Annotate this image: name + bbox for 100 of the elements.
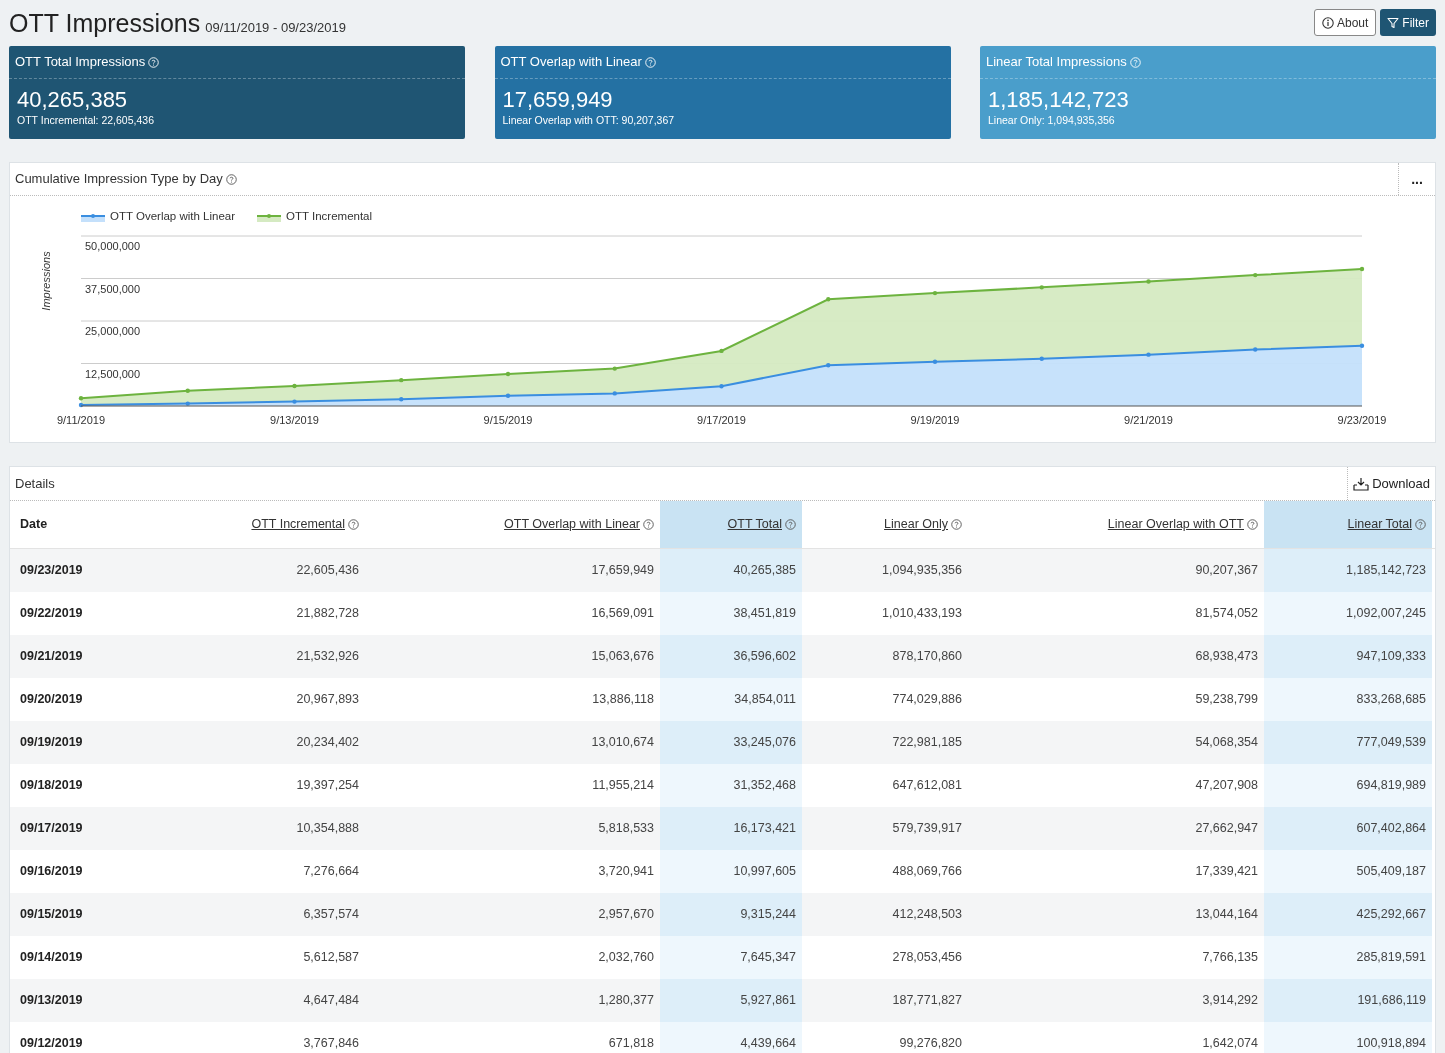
date-cell-text: 09/14/2019 <box>20 949 83 967</box>
table-cell-text: 5,612,587 <box>303 949 359 967</box>
table-cell-text: 2,032,760 <box>598 949 654 967</box>
x-tick-label: 9/13/2019 <box>270 414 319 426</box>
legend-item[interactable]: OTT Incremental <box>256 210 373 222</box>
download-icon <box>1353 476 1370 491</box>
table-cell-text: 68,938,473 <box>1195 648 1258 666</box>
table-cell-text: 38,451,819 <box>733 605 796 623</box>
table-cell-text: 722,981,185 <box>892 734 962 752</box>
more-button[interactable]: ... <box>1398 163 1435 195</box>
help-icon[interactable] <box>951 519 962 530</box>
card-value: 17,659,949 <box>501 86 614 113</box>
filter-button[interactable]: Filter <box>1380 9 1436 36</box>
table-cell-text: 878,170,860 <box>892 648 962 666</box>
table-cell-text: 10,997,605 <box>733 863 796 881</box>
table-cell-text: 3,914,292 <box>1202 992 1258 1010</box>
card-value: 40,265,385 <box>16 86 129 113</box>
date-cell-text: 09/12/2019 <box>20 1035 83 1053</box>
table-cell-text: 3,720,941 <box>598 863 654 881</box>
y-tick-label: 25,000,000 <box>85 325 141 337</box>
table-cell-text: 191,686,119 <box>1357 992 1426 1010</box>
card-title: OTT Total Impressions <box>15 53 146 72</box>
column-label[interactable]: OTT Total <box>727 515 782 534</box>
table-cell-text: 10,354,888 <box>296 820 359 838</box>
table-cell-text: 7,766,135 <box>1202 949 1258 967</box>
table-cell-text: 13,886,118 <box>592 691 654 709</box>
column-header[interactable]: Date <box>10 501 215 548</box>
date-cell-text: 09/21/2019 <box>20 648 83 666</box>
table-cell-text: 7,276,664 <box>303 863 359 881</box>
table-cell-text: 285,819,591 <box>1356 949 1426 967</box>
table-cell-text: 2,957,670 <box>598 906 654 924</box>
table-cell-text: 488,069,766 <box>892 863 962 881</box>
table-cell-text: 100,918,894 <box>1356 1035 1426 1053</box>
help-icon[interactable] <box>348 519 359 530</box>
date-cell-text: 09/18/2019 <box>20 777 83 795</box>
column-label[interactable]: Linear Overlap with OTT <box>1107 515 1244 534</box>
x-tick-label: 9/15/2019 <box>483 414 533 426</box>
help-icon[interactable] <box>785 519 796 530</box>
help-icon[interactable] <box>1247 519 1258 530</box>
legend-label: OTT Incremental <box>286 210 373 222</box>
table-cell-text: 579,739,917 <box>892 820 962 838</box>
x-tick-label: 9/11/2019 <box>56 414 106 426</box>
column-label[interactable]: Linear Total <box>1347 515 1412 534</box>
column-label[interactable]: Linear Only <box>884 515 948 534</box>
table-cell-text: 1,010,433,193 <box>882 605 962 623</box>
table-cell-text: 16,173,421 <box>733 820 796 838</box>
table-cell-text: 278,053,456 <box>892 949 962 967</box>
table-cell-text: 777,049,539 <box>1356 734 1426 752</box>
legend-label: OTT Overlap with Linear <box>110 210 236 222</box>
help-icon[interactable] <box>1415 519 1426 530</box>
table-cell-text: 15,063,676 <box>591 648 654 666</box>
table-cell-text: 34,854,011 <box>734 691 796 709</box>
x-tick-label: 9/17/2019 <box>697 414 746 426</box>
table-cell-text: 1,094,935,356 <box>882 562 962 580</box>
date-cell-text: 09/16/2019 <box>20 863 83 881</box>
table-cell-text: 833,268,685 <box>1356 691 1426 709</box>
help-icon[interactable] <box>643 519 654 530</box>
panel-title: Cumulative Impression Type by Day <box>15 170 223 189</box>
table-cell-text: 425,292,667 <box>1356 906 1426 924</box>
table-cell-text: 33,245,076 <box>733 734 796 752</box>
table-cell-text: 607,402,864 <box>1356 820 1426 838</box>
table-cell-text: 694,819,989 <box>1356 777 1426 795</box>
table-cell-text: 59,238,799 <box>1195 691 1258 709</box>
column-label[interactable]: OTT Overlap with Linear <box>504 515 640 534</box>
table-cell-text: 5,927,861 <box>740 992 796 1010</box>
about-button[interactable]: About <box>1313 9 1377 36</box>
table-cell-text: 5,818,533 <box>598 820 654 838</box>
table-cell-text: 90,207,367 <box>1195 562 1258 580</box>
column-header[interactable]: OTT Total <box>660 501 802 548</box>
panel-title: Details <box>15 474 55 493</box>
table-cell-text: 81,574,052 <box>1195 605 1258 623</box>
column-header[interactable]: Linear Overlap with OTT <box>968 501 1264 548</box>
table-cell-text: 187,771,827 <box>892 992 962 1010</box>
table-cell-text: 17,339,421 <box>1195 863 1258 881</box>
card-subtitle: Linear Overlap with OTT: 90,207,367 <box>501 113 676 127</box>
date-cell-text: 09/15/2019 <box>20 906 83 924</box>
column-header[interactable]: OTT Incremental <box>215 501 365 548</box>
table-cell-text: 7,645,347 <box>740 949 796 967</box>
table-cell-text: 22,605,436 <box>296 562 359 580</box>
table-cell-text: 1,185,142,723 <box>1346 562 1426 580</box>
column-label: Date <box>20 516 48 534</box>
table-cell-text: 21,882,728 <box>296 605 359 623</box>
info-icon <box>1321 16 1334 29</box>
column-header[interactable]: Linear Total <box>1264 501 1432 548</box>
table-cell-text: 19,397,254 <box>296 777 359 795</box>
date-cell-text: 09/22/2019 <box>20 605 83 623</box>
card-subtitle: OTT Incremental: 22,605,436 <box>16 113 155 127</box>
table-cell-text: 13,010,674 <box>591 734 654 752</box>
help-icon[interactable] <box>225 173 237 185</box>
legend-item[interactable]: OTT Overlap with Linear <box>80 210 236 222</box>
table-cell-text: 1,642,074 <box>1202 1035 1258 1053</box>
table-cell-text: 27,662,947 <box>1195 820 1258 838</box>
table-cell-text: 9,315,244 <box>740 906 796 924</box>
download-button[interactable]: Download <box>1347 467 1435 500</box>
x-tick-label: 9/23/2019 <box>1337 414 1387 426</box>
column-label[interactable]: OTT Incremental <box>251 515 345 534</box>
column-header[interactable]: Linear Only <box>802 501 968 548</box>
table-cell-text: 31,352,468 <box>733 777 796 795</box>
column-header[interactable]: OTT Overlap with Linear <box>365 501 660 548</box>
card-title: Linear Total Impressions <box>986 53 1127 72</box>
